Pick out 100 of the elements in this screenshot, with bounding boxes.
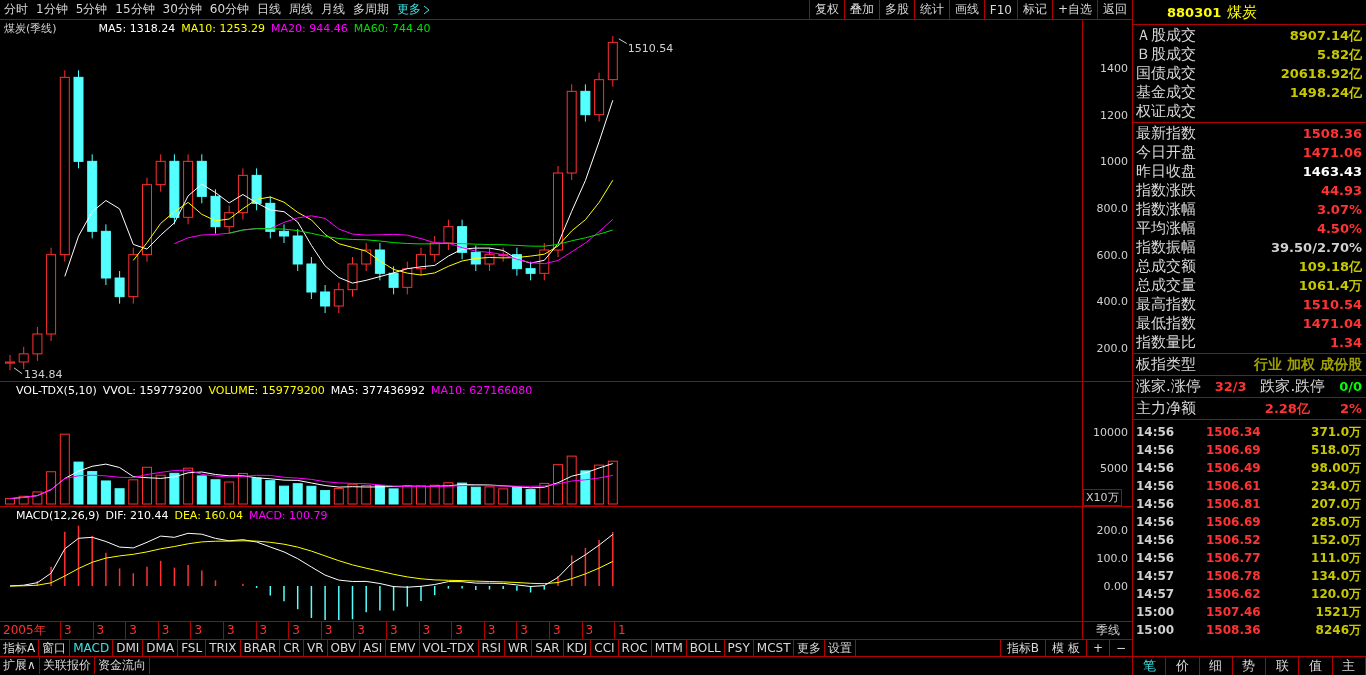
field-value: 行业 加权 成份股	[1254, 357, 1362, 372]
tick-volume: 371.0万	[1310, 423, 1361, 441]
field-value: 2.28亿	[1264, 399, 1310, 418]
indicator-tab[interactable]: 窗口	[39, 640, 71, 656]
indicator-tab[interactable]: FSL	[178, 640, 207, 656]
date-label: 3	[483, 622, 517, 639]
volume-bar	[429, 484, 440, 505]
field-label: Ｂ股成交	[1136, 45, 1196, 64]
side-tab[interactable]: 笔	[1133, 657, 1167, 675]
period-tab[interactable]: 15分钟	[111, 0, 159, 19]
index-name: 煤炭	[1227, 2, 1258, 22]
indicator-tab[interactable]: BOLL	[686, 640, 725, 656]
field-label: 最新指数	[1136, 124, 1196, 143]
indicator-tab[interactable]: RSI	[478, 640, 505, 656]
indicator-tab[interactable]: MACD	[70, 640, 114, 656]
indicator-tab[interactable]: OBV	[327, 640, 361, 656]
period-tab[interactable]: 多周期	[349, 0, 394, 19]
axis-label: 200.0	[1096, 523, 1128, 537]
indicator-tab[interactable]: CCI	[591, 640, 619, 656]
indicator-tab[interactable]: ROC	[618, 640, 652, 656]
candle	[429, 235, 440, 263]
indicator-value: MA10: 627166080	[431, 383, 533, 397]
toolbar-button[interactable]: 指标B	[999, 640, 1046, 656]
period-tab[interactable]: 分时	[0, 0, 32, 19]
panel-tab[interactable]: 扩展∧	[0, 657, 40, 674]
toolbar-button[interactable]: 标记	[1016, 0, 1052, 19]
indicator-tab[interactable]: 更多	[794, 640, 826, 656]
macd-bar	[36, 580, 39, 587]
volume-bar	[5, 498, 15, 505]
macd-bar	[392, 585, 395, 612]
volume-bar	[18, 495, 29, 505]
side-tab[interactable]: 主	[1332, 657, 1366, 675]
candle	[388, 265, 399, 295]
more-button[interactable]: 更多	[393, 0, 435, 19]
axis-label: 1200	[1100, 108, 1128, 122]
toolbar-button[interactable]: +	[1085, 640, 1109, 656]
toolbar-button[interactable]: 画线	[948, 0, 984, 19]
high-price-label: 1510.54	[627, 41, 674, 55]
field-value: 8907.14亿	[1289, 26, 1362, 45]
toolbar-button[interactable]: 返回	[1097, 0, 1132, 19]
side-tab[interactable]: 势	[1232, 657, 1267, 675]
tick-time: 14:56	[1136, 551, 1176, 565]
indicator-tab[interactable]: DMI	[113, 640, 144, 656]
period-tab[interactable]: 60分钟	[205, 0, 254, 19]
toolbar-button[interactable]: 叠加	[843, 0, 879, 19]
axis-label: 10000	[1093, 425, 1128, 439]
field-value: 39.50/2.70%	[1271, 240, 1362, 255]
indicator-tab[interactable]: VOL-TDX	[419, 640, 479, 656]
axis-label: 1400	[1100, 61, 1128, 75]
indicator-tab[interactable]: EMV	[386, 640, 420, 656]
period-tab[interactable]: 5分钟	[71, 0, 112, 19]
indicator-tab[interactable]: 设置	[825, 640, 857, 656]
volume-bar	[142, 466, 152, 505]
indicator-tab[interactable]: ASI	[360, 640, 387, 656]
period-tab[interactable]: 月线	[317, 0, 350, 19]
date-label: 3	[222, 622, 256, 639]
chevron-right-icon	[423, 4, 431, 15]
indicator-value: MACD: 100.79	[248, 508, 328, 522]
period-tab[interactable]: 30分钟	[158, 0, 206, 19]
macd-bar	[351, 585, 354, 620]
indicator-tab[interactable]: MCST	[753, 640, 795, 656]
period-tab[interactable]: 1分钟	[32, 0, 72, 19]
indicator-tab[interactable]: KDJ	[563, 640, 592, 656]
side-tab[interactable]: 细	[1199, 657, 1233, 675]
toolbar-button[interactable]: −	[1108, 640, 1132, 656]
period-tab[interactable]: 日线	[253, 0, 286, 19]
indicator-tab[interactable]: MTM	[651, 640, 687, 656]
indicator-tab[interactable]: VR	[303, 640, 328, 656]
toolbar-button[interactable]: 模 板	[1045, 640, 1086, 656]
side-tab[interactable]: 联	[1266, 657, 1300, 675]
toolbar-button[interactable]: 复权	[808, 0, 844, 19]
candle	[210, 188, 221, 235]
indicator-tab[interactable]: DMA	[143, 640, 179, 656]
side-tab[interactable]: 价	[1166, 657, 1200, 675]
date-label: 3	[60, 622, 93, 639]
panel-tab[interactable]: 资金流向	[94, 657, 150, 674]
volume-bar	[443, 482, 454, 505]
indicator-tab[interactable]: TRIX	[206, 640, 241, 656]
period-tab[interactable]: 周线	[285, 0, 318, 19]
field-label: 基金成交	[1136, 83, 1196, 102]
toolbar-button[interactable]: F10	[983, 0, 1017, 19]
volume-bar	[525, 489, 536, 505]
side-tab[interactable]: 值	[1299, 657, 1333, 675]
date-label: 3	[516, 622, 549, 639]
indicator-tab[interactable]: WR	[505, 640, 533, 656]
indicator-tab[interactable]: PSY	[724, 640, 754, 656]
toolbar-button[interactable]: 统计	[913, 0, 949, 19]
tick-time: 14:56	[1136, 461, 1176, 475]
indicator-tab[interactable]: SAR	[532, 640, 564, 656]
tick-time: 14:56	[1136, 425, 1176, 439]
toolbar-button[interactable]: 多股	[878, 0, 914, 19]
field-value: 1061.4万	[1298, 276, 1362, 295]
indicator-tab[interactable]: CR	[280, 640, 304, 656]
panel-tab[interactable]: 关联报价	[39, 657, 95, 674]
candle	[498, 247, 509, 263]
indicator-tab[interactable]: BRAR	[240, 640, 281, 656]
toolbar-button[interactable]: +自选	[1051, 0, 1097, 19]
field-label: 今日开盘	[1136, 143, 1196, 162]
axis-label: 800.0	[1096, 201, 1128, 215]
indicator-tab[interactable]: 指标A	[0, 640, 40, 656]
